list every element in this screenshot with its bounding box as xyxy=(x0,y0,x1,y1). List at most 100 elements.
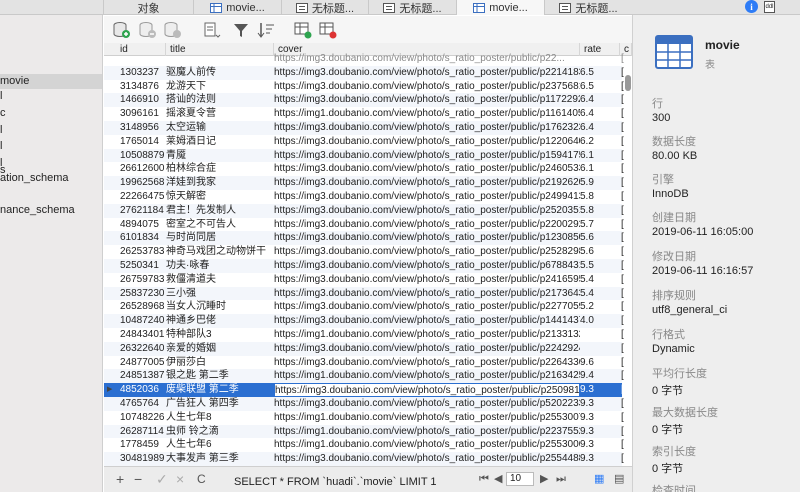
cell-id[interactable]: 27621184 xyxy=(120,204,166,218)
sidebar-item[interactable]: l xyxy=(0,139,102,154)
cell-id[interactable]: 25837230 xyxy=(120,287,166,301)
cell-title[interactable]: 密室之不可告人 xyxy=(166,218,272,232)
cell-rate[interactable]: 5.2 xyxy=(580,300,620,314)
cell-cover[interactable]: https://img3.doubanio.com/view/photo/s_r… xyxy=(274,356,580,370)
cell-title[interactable]: 神通乡巴佬 xyxy=(166,314,272,328)
sidebar-item-performance-schema[interactable]: nance_schema xyxy=(0,203,102,218)
table-row[interactable]: 3134876 龙游天下 https://img3.doubanio.com/vie… xyxy=(104,80,624,94)
cell-cover[interactable]: https://img3.doubanio.com/view/photo/s_r… xyxy=(274,66,580,80)
cell-id[interactable]: 1765014 xyxy=(120,135,166,149)
cell-c[interactable]: [ xyxy=(621,245,631,259)
table-row[interactable]: 10487240 神通乡巴佬 https://img3.doubanio.com/v… xyxy=(104,314,624,328)
cell-cover[interactable]: https://img3.doubanio.com/view/photo/s_r… xyxy=(274,204,580,218)
table-row[interactable]: 24843401 特种部队3 https://img1.doubanio.com/v… xyxy=(104,328,624,342)
cell-rate[interactable]: 9.3 xyxy=(580,452,620,466)
cell-cover[interactable]: https://img3.doubanio.com/view/photo/s_r… xyxy=(274,245,580,259)
sidebar-item-information-schema[interactable]: ation_schema xyxy=(0,171,102,186)
cell-cover[interactable]: https://img3.doubanio.com/view/photo/s_r… xyxy=(274,176,580,190)
cell-title[interactable]: 亲爱的婚姻 xyxy=(166,342,272,356)
cell-id[interactable]: 26759783 xyxy=(120,273,166,287)
cell-c[interactable]: [ xyxy=(621,425,631,439)
cell-cover[interactable]: https://img1.doubanio.com/view/photo/s_r… xyxy=(274,425,580,439)
first-page-icon[interactable]: ⏮ xyxy=(479,472,489,486)
import-icon[interactable] xyxy=(294,21,312,39)
cell-id[interactable]: 19962568 xyxy=(120,176,166,190)
cell-c[interactable]: [ xyxy=(621,93,631,107)
cell-id[interactable]: 26612600 xyxy=(120,162,166,176)
cell-cover[interactable]: https://img3.doubanio.com/view/photo/s_r… xyxy=(274,397,580,411)
table-row[interactable]: 10748226 人生七年8 https://img1.doubanio.com/v… xyxy=(104,411,624,425)
cell-title[interactable]: 摇滚夏令营 xyxy=(166,107,272,121)
cell-cover[interactable]: https://img3.doubanio.com/view/photo/s_r… xyxy=(274,342,580,356)
table-row[interactable]: 26287114 虫师 铃之滴 https://img1.doubanio.com/… xyxy=(104,424,624,439)
cell-id[interactable] xyxy=(120,52,166,66)
sidebar-item[interactable]: l xyxy=(0,89,102,104)
cell-id[interactable]: 5250341 xyxy=(120,259,166,273)
table-row[interactable]: 24851387 银之匙 第二季 https://img1.doubanio.com… xyxy=(104,369,624,384)
cell-rate[interactable]: 6.5 xyxy=(580,66,620,80)
cell-c[interactable]: [ xyxy=(621,438,631,452)
next-page-icon[interactable]: ▶ xyxy=(540,472,548,486)
cell-rate[interactable]: 5.4 xyxy=(580,273,620,287)
cell-title[interactable]: 大事发声 第三季 xyxy=(166,452,272,466)
cell-title[interactable]: 神奇马戏团之动物饼干 xyxy=(166,245,272,259)
cell-id[interactable]: 10487240 xyxy=(120,314,166,328)
table-row[interactable]: 26322640 亲爱的婚姻 https://img3.doubanio.com/v… xyxy=(104,341,624,356)
cell-title[interactable]: 惊天解密 xyxy=(166,190,272,204)
cell-title[interactable]: 伊丽莎白 xyxy=(166,356,272,370)
cell-c[interactable]: [ xyxy=(621,190,631,204)
cell-id[interactable]: 3096161 xyxy=(120,107,166,121)
cell-id[interactable]: 1303237 xyxy=(120,66,166,80)
cell-cover[interactable]: https://img1.doubanio.com/view/photo/s_r… xyxy=(274,411,580,425)
cell-cover[interactable]: https://img3.doubanio.com/view/photo/s_r… xyxy=(274,80,580,94)
cell-title[interactable]: 广告狂人 第四季 xyxy=(166,397,272,411)
cell-id[interactable]: 24877005 xyxy=(120,356,166,370)
cell-cover[interactable]: https://img1.doubanio.com/view/photo/s_r… xyxy=(274,328,580,342)
tab-movie-1[interactable]: movie... xyxy=(193,0,281,15)
table-row[interactable]: 26759783 救僵清道夫 https://img3.doubanio.com/v… xyxy=(104,273,624,287)
cell-rate[interactable]: 9.3 xyxy=(580,411,620,425)
table-row[interactable]: 4894075 密室之不可告人 https://img3.doubanio.com/… xyxy=(104,218,624,232)
cell-rate[interactable] xyxy=(580,342,620,356)
cell-cover[interactable]: https://img3.doubanio.com/view/photo/s_r… xyxy=(274,273,580,287)
cell-c[interactable]: [ xyxy=(621,287,631,301)
cell-title[interactable]: 人生七年8 xyxy=(166,411,272,425)
cell-c[interactable]: [ xyxy=(621,204,631,218)
cell-rate[interactable]: 5.5 xyxy=(580,259,620,273)
cell-c[interactable]: [ xyxy=(621,231,631,245)
cell-title[interactable]: 三小强 xyxy=(166,287,272,301)
sort-icon[interactable] xyxy=(257,21,275,39)
cell-c[interactable]: [ xyxy=(621,383,631,397)
cell-title[interactable]: 搭讪的法则 xyxy=(166,93,272,107)
cell-rate[interactable]: 9.3 xyxy=(580,438,620,452)
cell-cover[interactable]: https://img3.doubanio.com/view/photo/s_r… xyxy=(274,135,580,149)
cell-c[interactable]: [ xyxy=(621,314,631,328)
table-row[interactable]: 27621184 君主！先发制人 https://img3.doubanio.com… xyxy=(104,203,624,218)
cell-cover[interactable]: https://img3.doubanio.com/view/photo/s_r… xyxy=(274,314,580,328)
cell-rate[interactable]: 4.0 xyxy=(580,314,620,328)
cell-cover[interactable]: https://img3.doubanio.com/view/photo/s_r… xyxy=(274,149,580,163)
last-page-icon[interactable]: ⏭ xyxy=(556,472,566,486)
cell-c[interactable]: [ xyxy=(621,356,631,370)
cell-id[interactable]: 24843401 xyxy=(120,328,166,342)
table-row[interactable]: 5250341 功夫·咏春 https://img3.doubanio.com/vi… xyxy=(104,259,624,273)
cell-id[interactable]: 1778459 xyxy=(120,438,166,452)
cell-id[interactable]: 24851387 xyxy=(120,369,166,383)
cell-cover[interactable]: https://img1.doubanio.com/view/photo/s_r… xyxy=(274,438,580,452)
cell-c[interactable]: [ xyxy=(621,342,631,356)
cell-rate[interactable]: 5.6 xyxy=(580,231,620,245)
cell-id[interactable]: 10748226 xyxy=(120,411,166,425)
remove-row-button[interactable]: − xyxy=(134,472,142,486)
cell-c[interactable]: [ xyxy=(621,162,631,176)
cell-c[interactable]: [ xyxy=(621,397,631,411)
cell-rate[interactable]: 6.4 xyxy=(580,121,620,135)
cell-c[interactable]: [ xyxy=(621,176,631,190)
table-row[interactable]: 30481989 大事发声 第三季 https://img3.doubanio.co… xyxy=(104,452,624,466)
delete-record-icon[interactable] xyxy=(139,21,157,39)
table-row[interactable]: 1466910 搭讪的法则 https://img3.doubanio.com/vi… xyxy=(104,93,624,108)
vertical-scrollbar[interactable] xyxy=(625,75,631,91)
cell-title[interactable] xyxy=(166,52,272,66)
cell-cover[interactable]: https://img3.doubanio.com/view/photo/s_r… xyxy=(274,93,580,107)
cell-rate[interactable]: 9.3 xyxy=(580,397,620,411)
table-row[interactable]: 25837230 三小强 https://img3.doubanio.com/vie… xyxy=(104,286,624,301)
